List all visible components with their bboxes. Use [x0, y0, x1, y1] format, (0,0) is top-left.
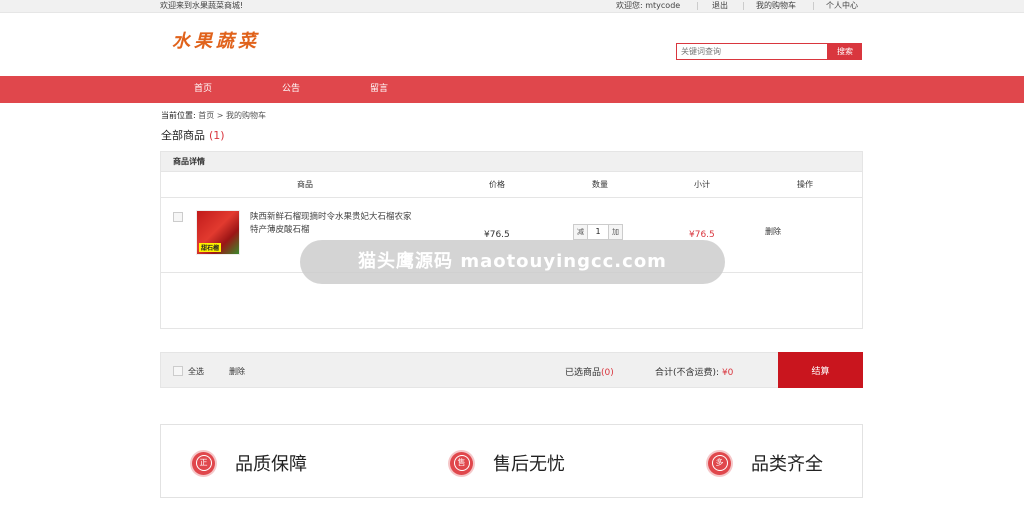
selected-label: 已选商品	[565, 368, 602, 378]
select-all-label[interactable]: 全选	[188, 366, 204, 377]
search-input[interactable]	[676, 43, 828, 60]
top-bar-links: 欢迎您: mtycode | 退出 | 我的购物车 | 个人中心	[616, 0, 858, 12]
total: 合计(不含运费): ¥0	[655, 365, 733, 378]
header: 水果蔬菜 搜索	[0, 13, 1024, 76]
breadcrumb-path[interactable]: 首页 > 我的购物车	[198, 111, 266, 120]
divider: |	[696, 1, 699, 10]
nav-item-home[interactable]: 首页	[194, 76, 212, 103]
selected-count: (0)	[601, 368, 614, 378]
search-bar: 搜索	[676, 43, 862, 60]
select-all-checkbox[interactable]	[173, 366, 183, 376]
all-goods-label: 全部商品	[161, 129, 205, 142]
decrease-button[interactable]: 减	[574, 225, 587, 239]
item-subtotal: ¥76.5	[689, 230, 715, 240]
service-item-variety: 多 品类齐全	[708, 450, 823, 476]
total-value: ¥0	[721, 368, 734, 378]
service-item-after-sales: 售 售后无忧	[450, 450, 565, 476]
after-sales-icon: 售	[450, 451, 473, 475]
delete-item-button[interactable]: 删除	[765, 226, 781, 237]
watermark-banner: 猫头鹰源码 maotouyingcc.com	[300, 240, 725, 284]
batch-delete-button[interactable]: 删除	[229, 366, 245, 377]
divider: |	[812, 1, 815, 10]
product-price: ¥76.5	[484, 230, 510, 240]
user-greeting: 欢迎您: mtycode	[616, 1, 681, 10]
logout-link[interactable]: 退出	[712, 0, 742, 12]
selected-items: 已选商品(0)	[565, 365, 614, 378]
nav-item-announcement[interactable]: 公告	[282, 76, 300, 103]
product-image[interactable]: 甜石榴	[196, 210, 240, 255]
product-image-tag: 甜石榴	[199, 243, 222, 252]
service-guarantees: 正 品质保障 售 售后无忧 多 品类齐全	[160, 424, 863, 498]
service-label: 售后无忧	[493, 454, 565, 475]
logo[interactable]: 水果蔬菜	[172, 27, 260, 53]
service-label: 品类齐全	[751, 454, 823, 475]
service-label: 品质保障	[235, 454, 307, 475]
main-nav: 首页 公告 留言	[0, 76, 1024, 103]
quantity-input[interactable]: 1	[587, 225, 609, 239]
breadcrumb-label: 当前位置:	[161, 111, 196, 120]
search-button[interactable]: 搜索	[828, 43, 862, 60]
variety-icon: 多	[708, 451, 731, 475]
item-checkbox[interactable]	[173, 212, 183, 222]
welcome-text: 欢迎来到水果蔬菜商城!	[160, 1, 244, 10]
product-name[interactable]: 陕西新鲜石榴现摘时令水果贵妃大石榴农家特产薄皮酸石榴	[250, 211, 418, 237]
total-label: 合计(不含运费):	[655, 368, 720, 378]
breadcrumb: 当前位置: 首页 > 我的购物车	[161, 110, 266, 121]
all-goods-heading: 全部商品 (1)	[161, 127, 225, 143]
user-center-link[interactable]: 个人中心	[826, 0, 858, 12]
quality-icon: 正	[192, 451, 215, 475]
divider: |	[742, 1, 745, 10]
quantity-stepper: 减 1 加	[573, 224, 623, 240]
my-cart-link[interactable]: 我的购物车	[756, 0, 812, 12]
checkout-button[interactable]: 结算	[778, 352, 863, 388]
service-item-quality: 正 品质保障	[192, 450, 307, 476]
nav-item-message[interactable]: 留言	[370, 76, 388, 103]
all-goods-count: (1)	[209, 129, 225, 142]
cart-summary-bar: 全选 删除 已选商品(0) 合计(不含运费): ¥0 结算	[160, 352, 863, 388]
top-bar: 欢迎来到水果蔬菜商城! 欢迎您: mtycode | 退出 | 我的购物车 | …	[0, 0, 1024, 13]
increase-button[interactable]: 加	[609, 225, 622, 239]
